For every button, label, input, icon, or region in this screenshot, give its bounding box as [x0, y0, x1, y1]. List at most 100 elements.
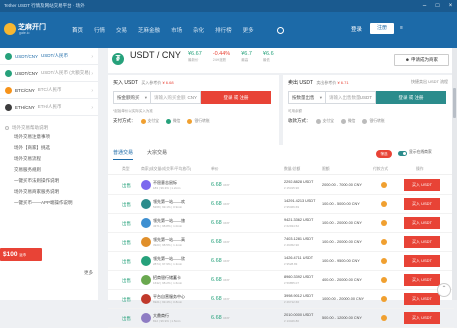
sidebar-pair-usdt-cny[interactable]: USDT/CNY USDT/人民币 ›: [0, 48, 98, 65]
price-stats: ¥6.67 最新价 -0.44% 24H涨跌 ¥6.7 最高 ¥6.6 最低: [188, 51, 285, 63]
row-price: 6.68 CNY: [211, 239, 230, 245]
avatar: [141, 275, 151, 285]
row-type: 出售: [122, 202, 131, 207]
nav-link-home[interactable]: 首页: [72, 26, 83, 34]
row-price-value: 6.68: [211, 258, 222, 264]
table-row: 出售 不屈意志鼠标 183 | 96.3% | 1.2min 6.68 CNY 2292…: [108, 176, 454, 195]
pair-name: USDT/人民币 (大额交易): [41, 70, 91, 75]
chevron-right-icon: ›: [91, 54, 93, 60]
buy-amount-input[interactable]: 请输入购买金额 CNY: [151, 91, 201, 104]
pay-option-alipay[interactable]: 支付宝: [140, 118, 159, 124]
buy-usdt-button[interactable]: 买入 USDT: [404, 312, 440, 324]
buy-login-button[interactable]: 登录 或 注册: [201, 91, 271, 104]
sell-mode-select[interactable]: 按数量出售 ▾: [288, 91, 326, 104]
row-total: ¥ 15315.96: [284, 186, 300, 190]
sell-login-button[interactable]: 登录 或 注册: [376, 91, 446, 104]
sell-ref-label: 卖出参考价: [316, 80, 337, 85]
nav-link-market[interactable]: 行情: [94, 26, 105, 34]
help-more-link[interactable]: 更多: [84, 270, 93, 276]
buy-usdt-button[interactable]: 买入 USDT: [404, 217, 440, 229]
help-link[interactable]: 一键买币法则操作说明: [0, 175, 98, 186]
buy-usdt-button[interactable]: 买入 USDT: [404, 274, 440, 286]
row-price-unit: CNY: [223, 221, 230, 225]
chevron-up-icon[interactable]: ⌃: [437, 283, 451, 297]
online-toggle-label: 显示在线商家: [409, 150, 432, 154]
bank-icon: [187, 118, 193, 124]
sidebar-pair-usdt-cny-bulk[interactable]: USDT/CNY USDT/人民币 (大额交易) ›: [0, 65, 98, 82]
sidebar-pair-eth-cny[interactable]: ETH/CNY ETH/人民币 ›: [0, 99, 98, 116]
help-link[interactable]: 场外【商家】挑选: [0, 142, 98, 153]
nav-link-ranking[interactable]: 排行榜: [215, 26, 232, 34]
pay-option-bank[interactable]: 银行转账: [187, 118, 210, 124]
filter-chip[interactable]: 筛选: [376, 150, 392, 158]
help-link[interactable]: 场外交易商家服务说明: [0, 186, 98, 197]
buy-ref-label: 买入参考价: [141, 80, 162, 85]
login-link[interactable]: 登录: [351, 25, 362, 33]
merchant-meta: 5268 | 99.1% | 0.9min: [153, 205, 183, 209]
help-link[interactable]: 场外交易注意事项: [0, 131, 98, 142]
buy-usdt-button[interactable]: 买入 USDT: [404, 293, 440, 305]
site-logo[interactable]: 芝麻开门 gate.io: [4, 21, 46, 39]
search-icon[interactable]: [277, 27, 284, 34]
nav-link-more[interactable]: 更多: [243, 26, 254, 34]
help-link[interactable]: 交易服务规则: [0, 164, 98, 175]
row-qty: 3998.9012 USDT: [284, 294, 314, 298]
buy-usdt-button[interactable]: 买入 USDT: [404, 198, 440, 210]
nav-link-markets[interactable]: 市场: [171, 26, 182, 34]
menu-icon[interactable]: ≡: [400, 25, 403, 31]
pay-method-icon: [381, 315, 387, 321]
sell-title: 卖出 USDT 卖出参考价 ¥ 6.71: [288, 79, 349, 86]
promo-badge[interactable]: $100 返币: [0, 248, 42, 261]
minimize-icon[interactable]: –: [418, 0, 431, 12]
buy-mode-select[interactable]: 按金额购买 ▾: [113, 91, 151, 104]
row-type: 出售: [122, 316, 131, 321]
sell-ref: 卖出参考价 ¥ 6.71: [316, 80, 348, 85]
register-button[interactable]: 注册: [370, 23, 394, 34]
row-price-value: 6.68: [211, 239, 222, 245]
receive-option-wechat[interactable]: 微信: [340, 118, 356, 124]
buy-usdt-button[interactable]: 买入 USDT: [404, 179, 440, 191]
merchant-meta: 1632 | 98.2% | 1.6min: [153, 281, 183, 285]
online-toggle[interactable]: [398, 151, 407, 156]
close-icon[interactable]: ×: [444, 0, 457, 12]
pay-option-wechat[interactable]: 微信: [165, 118, 180, 124]
toggle-knob: [403, 152, 406, 155]
nav-link-misc[interactable]: 杂化: [193, 26, 204, 34]
quick-sell-link[interactable]: 快捷卖出 USDT 流程: [411, 79, 448, 85]
help-link[interactable]: 一键买币——APP端操作说明: [0, 197, 98, 208]
row-limit: 100.00 - 20000.00 CNY: [322, 221, 362, 225]
nav-link-finance[interactable]: 芝麻金融: [138, 26, 160, 34]
buy-ref: 买入参考价 ¥ 6.68: [141, 80, 173, 85]
row-price: 6.68 CNY: [211, 201, 230, 207]
merchant-meta: 2874 | 97.9% | 1.3min: [153, 262, 183, 266]
row-type: 出售: [122, 240, 131, 245]
stat-label: 最高: [241, 58, 249, 62]
sell-amount-input[interactable]: 请输入出售数量 USDT: [326, 91, 376, 104]
buy-usdt-button[interactable]: 买入 USDT: [404, 255, 440, 267]
tab-bulk[interactable]: 大宗交易: [147, 149, 167, 160]
receive-option-bank[interactable]: 银行转账: [362, 118, 385, 124]
nav-link-trade[interactable]: 交易: [116, 26, 127, 34]
row-limit: 400.00 - 20000.00 CNY: [322, 278, 362, 282]
pair-title: USDT / CNY: [130, 50, 181, 60]
table-row: 出售 大鼎商行 812 | 96.9% | 1.5min 6.68 CNY 2010.0…: [108, 309, 454, 328]
row-qty: 2292.8828 USDT: [284, 180, 314, 184]
maximize-icon[interactable]: □: [431, 0, 444, 12]
pay-method-icon: [381, 296, 387, 302]
avatar: [141, 294, 151, 304]
sidebar-pair-btc-cny[interactable]: BTC/CNY BTC/人民币 ›: [0, 82, 98, 99]
row-qty: 1426.4711 USDT: [284, 256, 314, 260]
pay-option-label: 微信: [347, 118, 356, 123]
scrollbar-thumb[interactable]: [453, 88, 456, 118]
receive-option-alipay[interactable]: 支付宝: [315, 118, 334, 124]
tab-normal[interactable]: 普通交易: [113, 149, 134, 160]
col-pay: 付款方式: [373, 167, 389, 171]
row-total: ¥ 59855.07: [284, 281, 300, 285]
buy-ref-price: ¥ 6.68: [162, 80, 174, 85]
buy-usdt-button[interactable]: 买入 USDT: [404, 236, 440, 248]
logo-mark-icon: [4, 23, 16, 35]
help-link[interactable]: 场外交易流程: [0, 153, 98, 164]
scrollbar[interactable]: [452, 48, 457, 300]
apply-merchant-button[interactable]: ☻ 申请成为商家: [394, 54, 449, 66]
avatar: [141, 199, 151, 209]
